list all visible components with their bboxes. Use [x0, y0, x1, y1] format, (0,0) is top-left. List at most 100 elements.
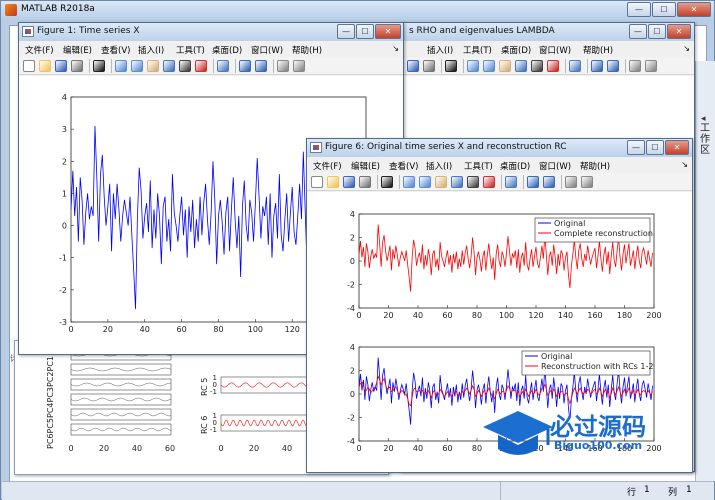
zoom-in-icon[interactable]: [403, 176, 415, 188]
menu-item-5[interactable]: 桌面(D): [500, 160, 530, 172]
dock-pin-icon[interactable]: ↘: [392, 44, 399, 53]
zoom-out-icon[interactable]: [131, 60, 143, 72]
brush-icon[interactable]: [483, 176, 495, 188]
fig1-close-button[interactable]: ✕: [375, 24, 401, 39]
print-icon[interactable]: [423, 60, 435, 72]
brush-icon[interactable]: [195, 60, 207, 72]
menu-item-7[interactable]: 帮助(H): [292, 44, 322, 56]
fig1-maximize-button[interactable]: ☐: [356, 24, 374, 39]
save-icon[interactable]: [407, 60, 419, 72]
link-icon[interactable]: [217, 60, 229, 72]
rotate-icon[interactable]: [163, 60, 175, 72]
x-tick-label: 20: [103, 325, 113, 334]
main-close-button[interactable]: ✕: [677, 2, 711, 17]
pan-icon[interactable]: [499, 60, 511, 72]
figbg-close-button[interactable]: ✕: [667, 24, 691, 39]
show-icon[interactable]: [293, 60, 305, 72]
pan-icon[interactable]: [147, 60, 159, 72]
pointer-icon[interactable]: [445, 60, 457, 72]
toolbar-separator: [89, 59, 90, 73]
menu-item-6[interactable]: 窗口(W): [539, 160, 571, 172]
print-icon[interactable]: [71, 60, 83, 72]
fig6-maximize-button[interactable]: ☐: [646, 140, 664, 155]
toolbar-separator: [399, 175, 400, 189]
figure-eigenvalues-title-bar[interactable]: s RHO and eigenvalues LAMBDA — ☐ ✕: [401, 23, 694, 41]
dock-pin-icon[interactable]: ↘: [683, 44, 690, 53]
show-icon[interactable]: [645, 60, 657, 72]
menu-item-2[interactable]: 查看(V): [389, 160, 418, 172]
colorbar-icon[interactable]: [591, 60, 603, 72]
main-minimize-button[interactable]: —: [627, 2, 651, 17]
colorbar-icon[interactable]: [527, 176, 539, 188]
menu-item-0[interactable]: 文件(F): [25, 44, 54, 56]
zoom-in-icon[interactable]: [467, 60, 479, 72]
y-tick-label: -4: [347, 304, 355, 313]
rc6-axis-label: RC 6: [200, 416, 209, 434]
link-icon[interactable]: [569, 60, 581, 72]
fig1-minimize-button[interactable]: —: [337, 24, 355, 39]
show-icon[interactable]: [581, 176, 593, 188]
menu-item-0[interactable]: 文件(F): [313, 160, 342, 172]
fig6-minimize-button[interactable]: —: [627, 140, 645, 155]
legend-icon[interactable]: [607, 60, 619, 72]
menu-item-7[interactable]: 帮助(H): [583, 44, 613, 56]
menu-item-1[interactable]: 编辑(E): [63, 44, 92, 56]
data-cursor-icon[interactable]: [531, 60, 543, 72]
figure-6-title-bar[interactable]: Figure 6: Original time series X and rec…: [307, 139, 692, 157]
data-cursor-icon[interactable]: [179, 60, 191, 72]
x-tick-label: 100: [248, 325, 263, 334]
status-bar: 行 1 列 1: [2, 481, 714, 500]
pointer-icon[interactable]: [93, 60, 105, 72]
menu-item-6[interactable]: 窗口(W): [539, 44, 571, 56]
menu-item-3[interactable]: 插入(I): [427, 44, 453, 56]
legend-icon[interactable]: [543, 176, 555, 188]
figure-1-title-bar[interactable]: Figure 1: Time series X — ☐ ✕: [19, 23, 403, 41]
main-title-bar[interactable]: MATLAB R2018a — ☐ ✕: [1, 1, 714, 19]
menu-item-5[interactable]: 桌面(D): [212, 44, 242, 56]
print-icon[interactable]: [359, 176, 371, 188]
legend-icon[interactable]: [255, 60, 267, 72]
pan-icon[interactable]: [435, 176, 447, 188]
open-icon[interactable]: [39, 60, 51, 72]
dock-pin-icon[interactable]: ↘: [681, 160, 688, 169]
menu-item-4[interactable]: 工具(T): [464, 160, 493, 172]
menu-item-5[interactable]: 桌面(D): [501, 44, 531, 56]
rotate-icon[interactable]: [515, 60, 527, 72]
figbg-minimize-button[interactable]: —: [629, 24, 647, 39]
pointer-icon[interactable]: [381, 176, 393, 188]
rotate-icon[interactable]: [451, 176, 463, 188]
menu-item-7[interactable]: 帮助(H): [580, 160, 610, 172]
data-cursor-icon[interactable]: [467, 176, 479, 188]
pc-mini-axes: [70, 378, 172, 391]
fig6-close-button[interactable]: ✕: [665, 140, 689, 155]
menu-item-3[interactable]: 插入(I): [138, 44, 164, 56]
save-icon[interactable]: [343, 176, 355, 188]
hide-icon[interactable]: [565, 176, 577, 188]
x-tick-label: 40: [140, 325, 150, 334]
figbg-maximize-button[interactable]: ☐: [648, 24, 666, 39]
link-icon[interactable]: [505, 176, 517, 188]
brush-icon[interactable]: [547, 60, 559, 72]
menu-item-2[interactable]: 查看(V): [101, 44, 130, 56]
hide-icon[interactable]: [277, 60, 289, 72]
colorbar-icon[interactable]: [239, 60, 251, 72]
zoom-out-icon[interactable]: [419, 176, 431, 188]
open-icon[interactable]: [327, 176, 339, 188]
x-tick-label: 120: [528, 311, 543, 320]
menu-item-4[interactable]: 工具(T): [176, 44, 205, 56]
menu-item-6[interactable]: 窗口(W): [251, 44, 283, 56]
fig6-toolbar: [307, 173, 692, 191]
zoom-in-icon[interactable]: [115, 60, 127, 72]
new-icon[interactable]: [311, 176, 323, 188]
menu-item-1[interactable]: 编辑(E): [351, 160, 380, 172]
workspace-panel-tab[interactable]: ◂ 工作区: [695, 61, 715, 481]
save-icon[interactable]: [55, 60, 67, 72]
menu-item-4[interactable]: 工具(T): [463, 44, 492, 56]
main-maximize-button[interactable]: ☐: [652, 2, 676, 17]
hide-icon[interactable]: [629, 60, 641, 72]
x-tick-label: 100: [499, 311, 514, 320]
x-tick-label: 40: [413, 444, 423, 453]
zoom-out-icon[interactable]: [483, 60, 495, 72]
menu-item-3[interactable]: 插入(I): [426, 160, 452, 172]
new-icon[interactable]: [23, 60, 35, 72]
